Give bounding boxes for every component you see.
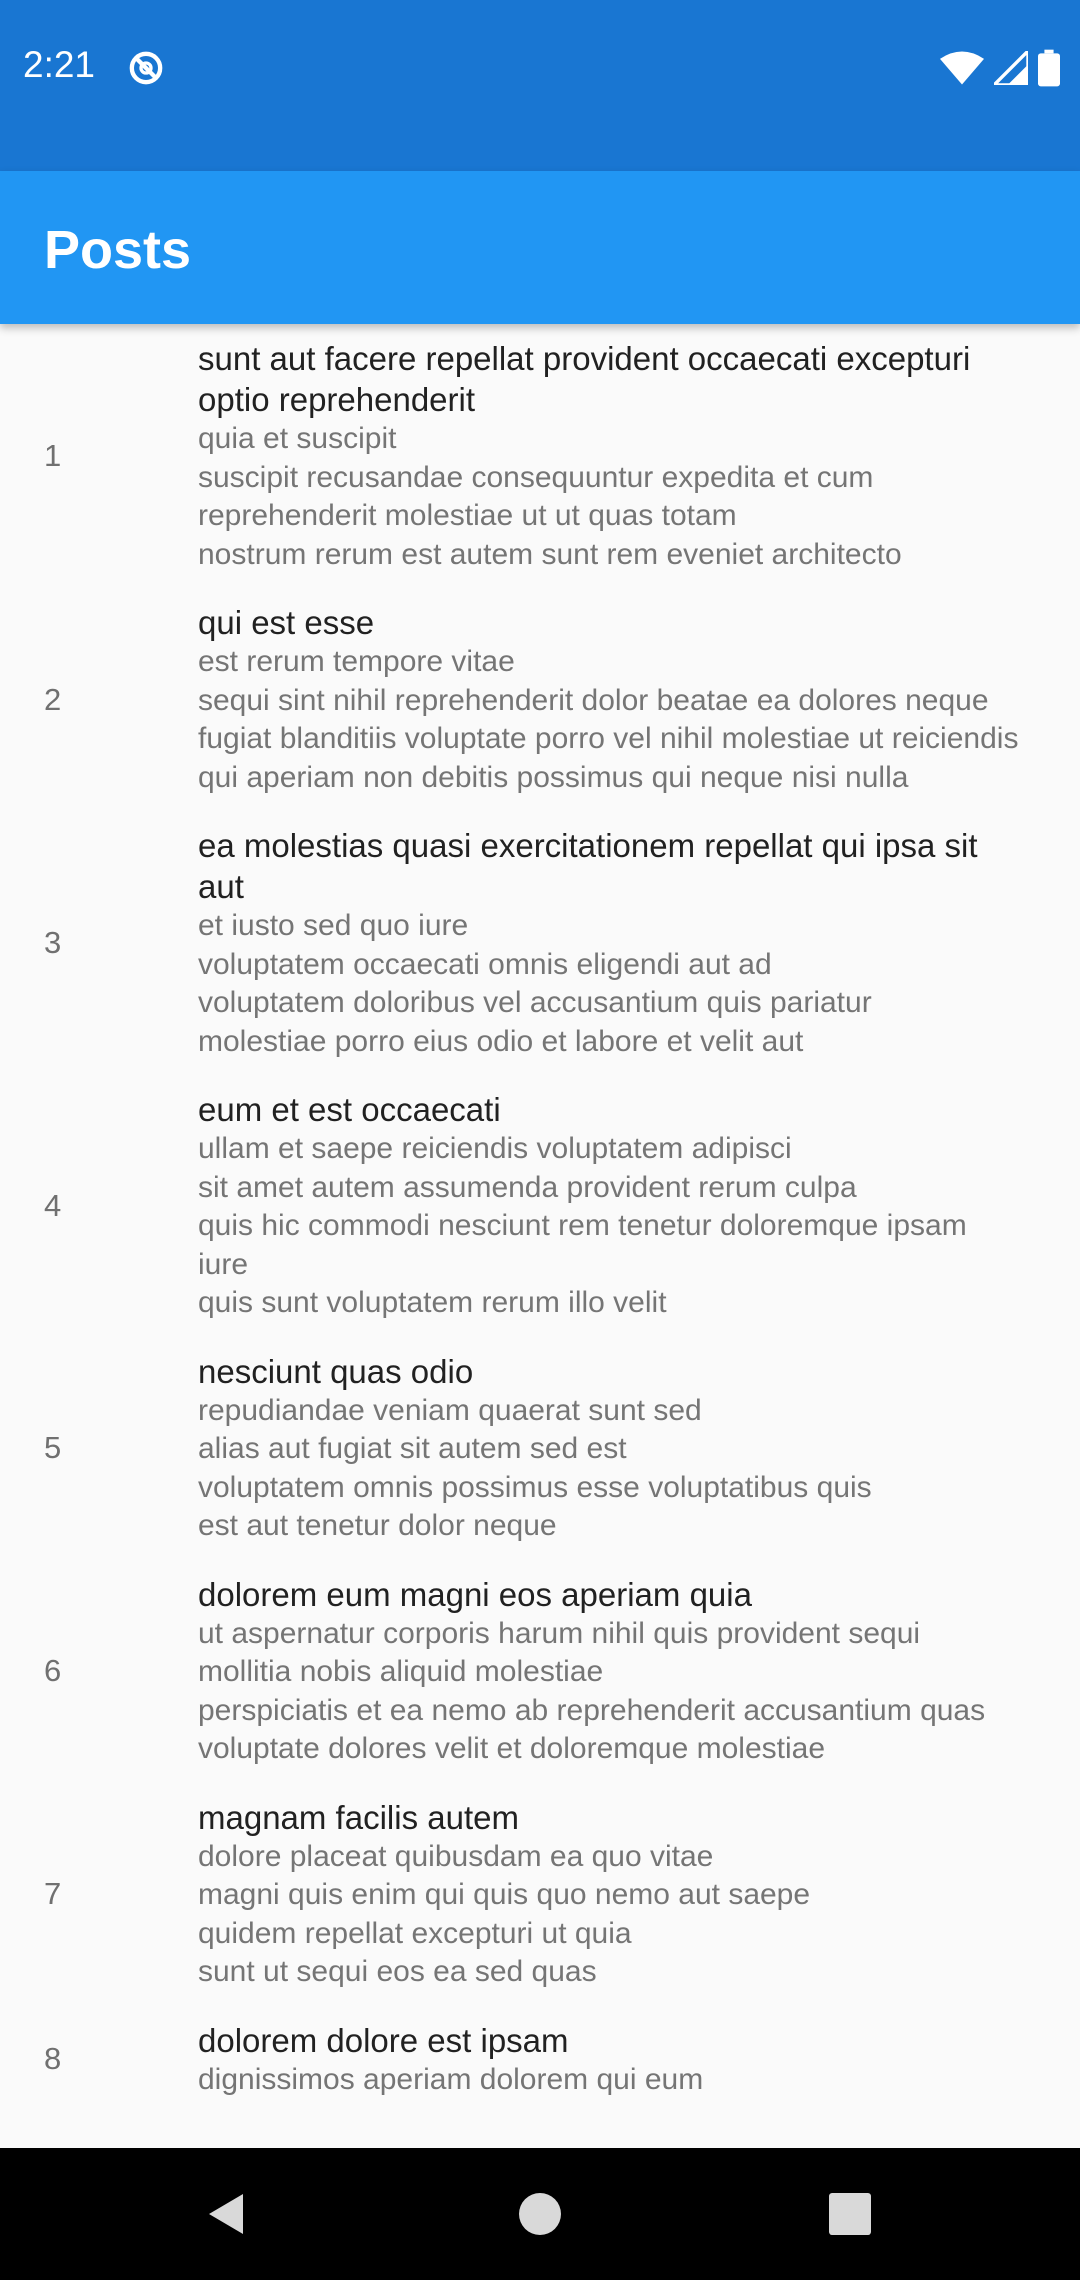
post-body: quia et suscipit suscipit recusandae con… [198,422,902,571]
post-body: ut aspernatur corporis harum nihil quis … [198,1616,986,1766]
post-title: sunt aut facere repellat provident occae… [198,340,971,418]
status-icons [940,48,1060,88]
post-number: 8 [44,2041,62,2077]
battery-icon [1038,49,1060,87]
status-time: 2:21 [23,44,96,85]
home-icon [519,2193,561,2235]
list-item[interactable]: 2 qui est esse est rerum tempore vitae s… [0,588,1080,811]
list-item[interactable]: 1 sunt aut facere repellat provident occ… [0,324,1080,588]
list-item[interactable]: 3 ea molestias quasi exercitationem repe… [0,811,1080,1075]
sync-disabled-icon [129,51,163,85]
home-button[interactable] [480,2148,600,2280]
list-item[interactable]: 8 dolorem dolore est ipsam dignissimos a… [0,2006,1080,2114]
cellular-icon [994,51,1028,85]
post-title: qui est esse [198,604,375,641]
post-number: 5 [44,1430,62,1465]
recents-button[interactable] [790,2148,910,2280]
app-bar: Posts [0,171,1080,324]
navigation-bar [0,2148,1080,2280]
post-body: et iusto sed quo iure voluptatem occaeca… [198,909,872,1058]
post-body: ullam et saepe reiciendis voluptatem adi… [198,1132,967,1319]
post-body: repudiandae veniam quaerat sunt sed alia… [198,1393,872,1543]
back-icon [209,2194,243,2234]
post-title: ea molestias quasi exercitationem repell… [198,827,978,905]
list-item[interactable]: 7 magnam facilis autem dolore placeat qu… [0,1783,1080,2006]
post-body: est rerum tempore vitae sequi sint nihil… [198,645,1019,794]
wifi-icon [940,51,984,85]
post-title: dolorem eum magni eos aperiam quia [198,1575,752,1613]
page-title: Posts [44,220,192,280]
post-title: eum et est occaecati [198,1091,501,1128]
post-body: dignissimos aperiam dolorem qui eum [198,2062,704,2096]
post-title: nesciunt quas odio [198,1352,474,1390]
list-item[interactable]: 5 nesciunt quas odio repudiandae veniam … [0,1337,1080,1560]
post-number: 2 [44,681,62,717]
post-number: 7 [44,1876,62,1911]
post-number: 1 [44,438,62,473]
list-item[interactable]: 4 eum et est occaecati ullam et saepe re… [0,1075,1080,1337]
post-number: 3 [44,925,62,960]
back-button[interactable] [165,2148,285,2280]
status-bar: 2:21 [0,0,1080,171]
post-number: 6 [44,1653,62,1688]
post-body: dolore placeat quibusdam ea quo vitae ma… [198,1839,811,1989]
recents-icon [829,2193,871,2235]
list-item[interactable]: 6 dolorem eum magni eos aperiam quia ut … [0,1560,1080,1783]
posts-list[interactable]: 1 sunt aut facere repellat provident occ… [0,324,1080,2148]
post-title: dolorem dolore est ipsam [198,2021,569,2059]
post-number: 4 [44,1187,62,1223]
post-title: magnam facilis autem [198,1798,519,1836]
